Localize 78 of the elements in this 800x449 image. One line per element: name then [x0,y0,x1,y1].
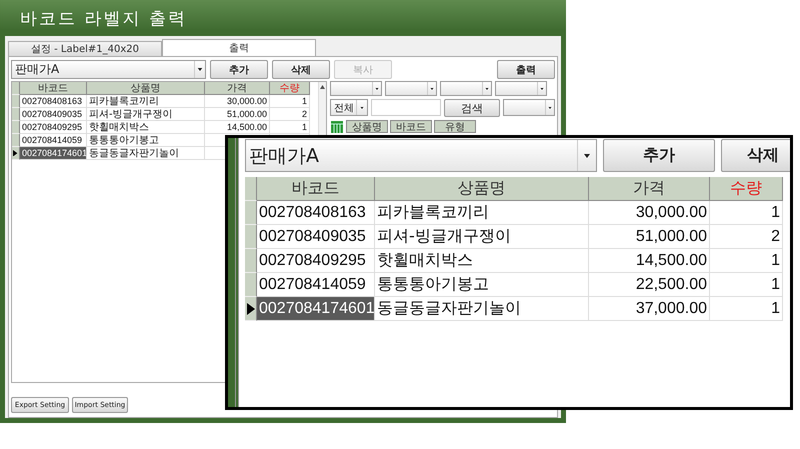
scroll-up-icon [320,85,325,89]
grid-icon [330,120,344,134]
barcode-cell: 002708414059 [20,134,87,147]
row-header-corner [12,82,20,95]
column-header[interactable]: 유형 [434,120,476,133]
product-name-cell: 핫휠매치박스 [87,121,205,134]
category-dropdown[interactable]: 전체 [330,99,368,116]
tab[interactable]: 설정 - Label#1_40x20 [8,41,162,56]
caret-icon [197,68,203,71]
price-level-dropdown[interactable]: 판매가A [11,60,206,79]
toolbar-button[interactable]: 추가 [603,139,715,172]
print-button[interactable]: 출력 [497,60,555,79]
caret-icon [583,154,591,158]
quantity-cell: 1 [270,121,310,134]
product-name-cell: 동글동글자판기놀이 [375,297,589,321]
barcode-cell: 002708409035 [257,225,375,249]
row-header-corner [245,177,257,201]
price-level-dropdown[interactable]: 판매가A [245,139,597,172]
search-button[interactable]: 검색 [444,99,500,117]
filter-dropdown[interactable] [385,81,437,96]
filter-dropdown[interactable] [495,81,547,96]
caret-icon [360,106,364,108]
product-name-cell: 통통통아기봉고 [375,273,589,297]
column-header[interactable]: 상품명 [375,177,589,201]
caret-icon [430,88,434,90]
product-name-cell: 통통통아기봉고 [87,134,205,147]
filter-dropdown[interactable] [330,81,382,96]
price-cell: 30,000.00 [589,201,710,225]
price-cell: 22,500.00 [589,273,710,297]
product-name-cell: 피카블록코끼리 [87,95,205,108]
filter-dropdown[interactable] [440,81,492,96]
search-option-dropdown[interactable] [503,99,555,116]
quantity-cell: 2 [710,225,783,249]
price-cell: 51,000.00 [205,108,270,121]
price-cell: 51,000.00 [589,225,710,249]
barcode-cell: 002708409295 [20,121,87,134]
column-header[interactable]: 상품명 [346,120,388,133]
caret-icon [485,88,489,90]
tab[interactable]: 출력 [162,39,316,56]
product-name-cell: 피셔-빙글개구쟁이 [375,225,589,249]
quantity-cell: 1 [270,95,310,108]
caret-icon [375,88,379,90]
product-name-cell: 동글동글자판기놀이 [87,147,205,160]
quantity-cell: 1 [710,273,783,297]
barcode-cell: 002708409035 [20,108,87,121]
row-indicator[interactable] [245,297,257,321]
barcode-cell: 002708408163 [20,95,87,108]
column-header[interactable]: 가격 [589,177,710,201]
row-indicator[interactable] [12,147,20,160]
price-cell: 37,000.00 [589,297,710,321]
quantity-cell: 1 [710,297,783,321]
quantity-cell: 2 [270,108,310,121]
quantity-cell: 1 [710,201,783,225]
caret-icon [548,106,552,108]
column-header[interactable]: 가격 [205,82,270,95]
column-header[interactable]: 바코드 [390,120,432,133]
price-cell: 14,500.00 [205,121,270,134]
price-cell: 30,000.00 [205,95,270,108]
toolbar-button[interactable]: 추가 [210,60,268,79]
caret-icon [540,88,544,90]
current-row-icon [13,150,18,156]
price-cell: 14,500.00 [589,249,710,273]
search-field[interactable] [371,99,441,116]
barcode-cell: 002708408163 [257,201,375,225]
column-header[interactable]: 바코드 [257,177,375,201]
product-name-cell: 피카블록코끼리 [375,201,589,225]
window-title: 바코드 라벨지 출력 [19,8,188,30]
quantity-cell: 1 [710,249,783,273]
toolbar-button[interactable]: 삭제 [272,60,330,79]
column-header[interactable]: 바코드 [20,82,87,95]
product-name-cell: 피셔-빙글개구쟁이 [87,108,205,121]
barcode-cell: 0027084174601 [257,297,375,321]
barcode-cell: 002708409295 [257,249,375,273]
column-header[interactable]: 상품명 [87,82,205,95]
current-row-icon [246,302,254,314]
barcode-cell: 002708414059 [257,273,375,297]
toolbar-button[interactable]: 삭제 [721,139,790,172]
product-name-cell: 핫휠매치박스 [375,249,589,273]
